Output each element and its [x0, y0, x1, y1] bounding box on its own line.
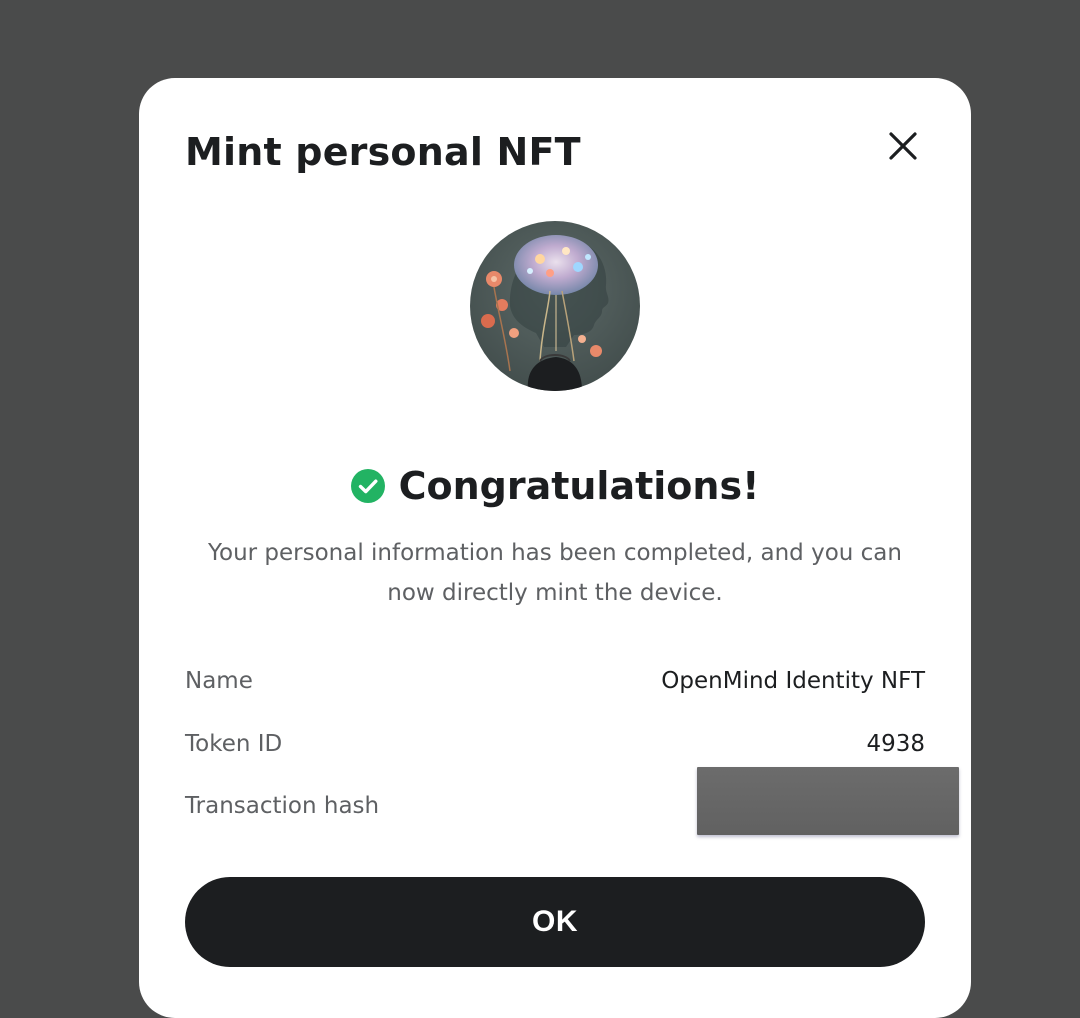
detail-row-token-id: Token ID 4938	[185, 726, 925, 762]
check-circle-icon	[350, 469, 385, 503]
detail-row-name: Name OpenMind Identity NFT	[185, 663, 925, 699]
detail-value: 4938	[866, 731, 925, 757]
detail-label: Transaction hash	[185, 793, 380, 819]
close-button[interactable]	[881, 124, 925, 168]
brain-flowers-avatar	[470, 221, 640, 391]
detail-value: OpenMind Identity NFT	[661, 668, 925, 694]
congratulations-heading: Congratulations!	[398, 464, 760, 508]
close-icon	[889, 132, 917, 160]
ok-button[interactable]: OK	[185, 877, 925, 967]
dialog-title: Mint personal NFT	[185, 130, 581, 174]
success-message: Your personal information has been compl…	[208, 540, 902, 606]
detail-label: Name	[185, 668, 253, 694]
nft-avatar	[470, 221, 640, 391]
success-headline: Congratulations!	[139, 462, 971, 510]
redacted-transaction-hash	[697, 767, 959, 835]
mint-nft-dialog: Mint personal NFT Congratulations! Your …	[139, 78, 971, 1018]
detail-label: Token ID	[185, 731, 283, 757]
